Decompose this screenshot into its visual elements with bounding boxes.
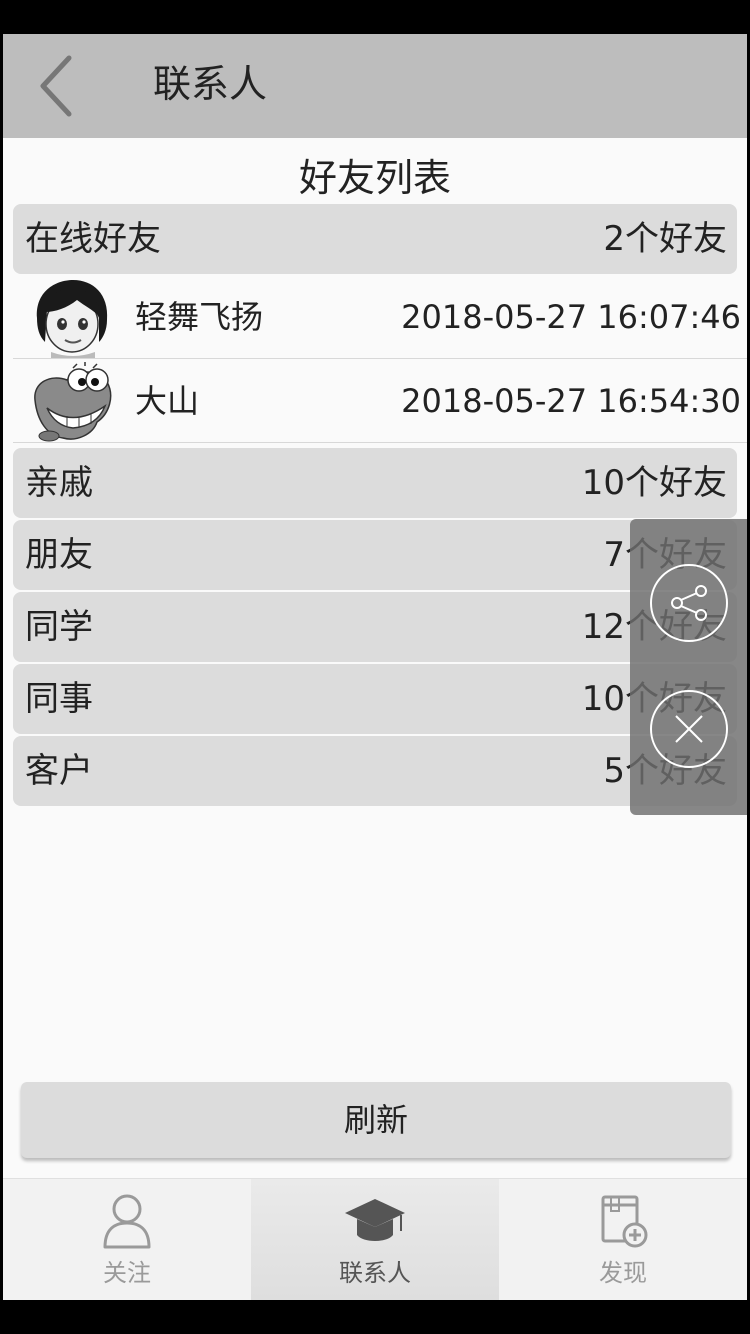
girl-avatar-icon [36, 280, 108, 358]
group-friends[interactable]: 朋友 7个好友 [13, 520, 737, 590]
friend-last-online: 2018-05-27 16:54:30 [401, 382, 741, 420]
tab-contacts[interactable]: 联系人 [251, 1179, 499, 1300]
group-name: 亲戚 [25, 463, 93, 503]
group-count: 2个好友 [603, 219, 727, 259]
friend-last-online: 2018-05-27 16:07:46 [401, 298, 741, 336]
user-icon [103, 1194, 151, 1249]
tab-discover[interactable]: 发现 [499, 1179, 747, 1300]
share-button[interactable] [649, 563, 729, 643]
tab-follow[interactable]: 关注 [3, 1179, 251, 1300]
page-title: 联系人 [153, 62, 268, 106]
group-name: 在线好友 [25, 219, 161, 259]
tab-label: 关注 [103, 1259, 151, 1287]
list-title: 好友列表 [298, 156, 451, 200]
group-classmates[interactable]: 同学 12个好友 [13, 592, 737, 662]
add-note-icon [601, 1195, 648, 1248]
chevron-left-icon [40, 55, 72, 117]
back-button[interactable] [31, 50, 87, 122]
friend-name: 大山 [135, 382, 200, 420]
group-customers[interactable]: 客户 5个好友 [13, 736, 737, 806]
group-online-friends[interactable]: 在线好友 2个好友 [13, 204, 737, 274]
group-name: 朋友 [25, 535, 93, 575]
tab-label: 发现 [599, 1259, 647, 1287]
share-icon [650, 564, 728, 642]
friend-row[interactable]: 轻舞飞扬 2018-05-27 16:07:46 [13, 276, 747, 359]
group-name: 同学 [25, 607, 93, 647]
group-name: 同事 [25, 679, 93, 719]
tab-label: 联系人 [339, 1259, 411, 1287]
group-relatives[interactable]: 亲戚 10个好友 [13, 448, 737, 518]
friend-name: 轻舞飞扬 [135, 298, 264, 336]
cartoon-avatar-icon [34, 362, 112, 442]
close-button[interactable] [649, 689, 729, 769]
graduation-cap-icon [345, 1199, 405, 1241]
refresh-button[interactable]: 刷新 [21, 1082, 731, 1158]
phone-frame: 联系人 好友列表 在线好友 2个好友 轻舞飞扬 2018-05-27 16:07… [0, 0, 750, 1334]
friend-row[interactable]: 大山 2018-05-27 16:54:30 [13, 360, 747, 443]
close-icon [650, 690, 728, 768]
bottom-tab-bar: 关注 联系人 发现 [3, 1178, 747, 1300]
group-name: 客户 [25, 751, 93, 791]
floating-action-panel [630, 519, 747, 815]
group-colleagues[interactable]: 同事 10个好友 [13, 664, 737, 734]
app-screen: 联系人 好友列表 在线好友 2个好友 轻舞飞扬 2018-05-27 16:07… [3, 34, 747, 1300]
group-count: 10个好友 [581, 463, 727, 503]
title-bar: 联系人 [3, 34, 747, 138]
